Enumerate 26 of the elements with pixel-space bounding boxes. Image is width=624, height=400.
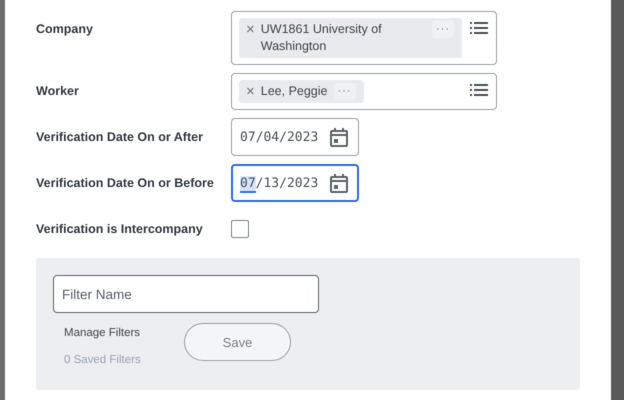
field-label: Verification Date On or Before	[36, 176, 215, 190]
saved-filters-count: 0 Saved Filters	[64, 354, 142, 366]
remove-button[interactable]: ×	[246, 21, 255, 38]
field-label: Verification is Intercompany	[36, 222, 204, 236]
more-button[interactable]: ···	[334, 83, 356, 100]
field-label: Company	[36, 22, 94, 36]
field-label: Worker	[36, 84, 80, 98]
more-button[interactable]: ···	[432, 21, 454, 38]
date-field[interactable]: 07/13/2023	[231, 164, 359, 202]
list-icon[interactable]	[470, 21, 488, 35]
multiselect-field[interactable]: × Lee, Peggie ···	[231, 73, 497, 110]
pill-label: UW1861 University of Washington	[260, 21, 383, 55]
calendar-icon[interactable]	[330, 127, 348, 147]
checkbox[interactable]	[231, 220, 249, 238]
multiselect-field[interactable]: × UW1861 University of Washington ···	[231, 11, 497, 65]
pill-label: Lee, Peggie	[260, 83, 328, 100]
calendar-icon[interactable]	[330, 173, 348, 193]
save-button[interactable]: Save	[184, 323, 291, 361]
date-field[interactable]: 07/04/2023	[231, 118, 359, 156]
date-value: 07/04/2023	[240, 130, 318, 144]
date-value: 07/13/2023	[240, 176, 318, 190]
filter-name-field[interactable]: Filter Name	[53, 275, 319, 313]
remove-button[interactable]: ×	[246, 83, 255, 100]
manage-filters-link[interactable]: Manage Filters	[64, 327, 184, 339]
list-icon[interactable]	[470, 83, 488, 97]
field-label: Verification Date On or After	[36, 130, 204, 144]
